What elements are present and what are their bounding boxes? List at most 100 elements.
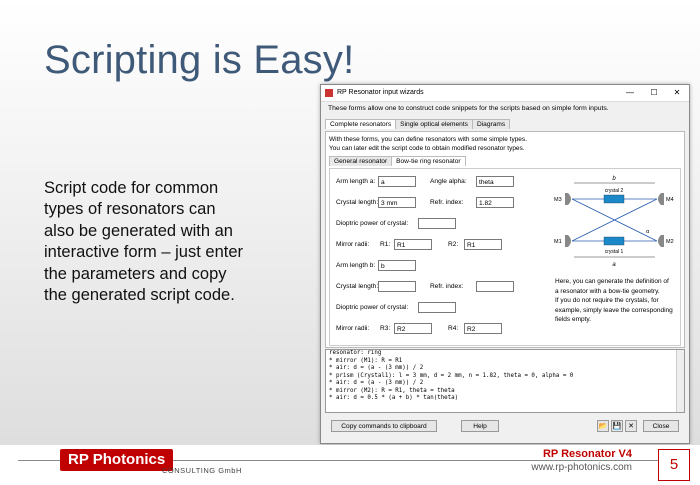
crystal-2-label: crystal 2 bbox=[605, 188, 624, 194]
m1-label: M1 bbox=[554, 239, 562, 245]
description-line: With these forms, you can define resonat… bbox=[329, 136, 527, 143]
angle-alpha-input[interactable]: theta bbox=[476, 176, 514, 187]
code-line: * air: d = (a - (3 mm)) / 2 bbox=[329, 365, 424, 371]
resonator-wizard-window: RP Resonator input wizards — ☐ ✕ These f… bbox=[320, 84, 690, 444]
bow-tie-form: Arm length a: a Angle alpha: theta Cryst… bbox=[329, 168, 681, 346]
help-line: If you do not require the crystals, for bbox=[555, 297, 659, 304]
m4-label: M4 bbox=[666, 197, 674, 203]
crystal-length-2-label: Crystal length: bbox=[336, 283, 379, 290]
r4-input[interactable]: R2 bbox=[464, 323, 502, 334]
arm-length-b-label: Arm length b: bbox=[336, 262, 376, 269]
tab-bow-tie-ring-resonator[interactable]: Bow-tie ring resonator bbox=[391, 156, 466, 166]
alpha-label: α bbox=[646, 229, 650, 235]
body-line: also be generated with an bbox=[44, 221, 233, 240]
tab-single-optical-elements[interactable]: Single optical elements bbox=[395, 119, 473, 129]
dioptric-power-2-input[interactable] bbox=[418, 302, 456, 313]
r2-input[interactable]: R1 bbox=[464, 239, 502, 250]
mirror-m1-shape bbox=[565, 235, 571, 247]
code-line: * air: d = (a - (3 mm)) / 2 bbox=[329, 380, 424, 386]
clear-icon[interactable]: ✕ bbox=[625, 420, 637, 432]
r4-label: R4: bbox=[448, 325, 459, 332]
code-line: * prism (Crystal1): l = 3 mm, d = 2 mm, … bbox=[329, 372, 574, 379]
page-number: 5 bbox=[658, 449, 690, 481]
script-code-output[interactable]: resonator: ring * mirror (M1): R = R1 * … bbox=[325, 349, 685, 413]
crystal-1-shape bbox=[603, 236, 625, 246]
open-icon[interactable]: 📂 bbox=[597, 420, 609, 432]
body-line: types of resonators can bbox=[44, 200, 216, 219]
help-line: fields empty. bbox=[555, 316, 592, 323]
arm-length-a-input[interactable]: a bbox=[378, 176, 416, 187]
r2-label: R2: bbox=[448, 241, 459, 248]
refr-index-input[interactable]: 1.82 bbox=[476, 197, 514, 208]
product-name: RP Resonator V4 bbox=[542, 448, 632, 460]
code-line: resonator: ring bbox=[329, 350, 382, 356]
slide-title: Scripting is Easy! bbox=[44, 38, 355, 82]
r1-label: R1: bbox=[380, 241, 391, 248]
m3-label: M3 bbox=[554, 197, 562, 203]
m2-label: M2 bbox=[666, 239, 674, 245]
r3-input[interactable]: R2 bbox=[394, 323, 432, 334]
body-line: interactive form – just enter bbox=[44, 243, 243, 262]
consulting-label: CONSULTING GmbH bbox=[162, 466, 242, 475]
description-line: You can later edit the script code to ob… bbox=[329, 144, 525, 152]
help-text: Here, you can generate the definition of… bbox=[555, 277, 677, 325]
bow-tie-diagram: b a crystal 2 crystal 1 M3 M4 M1 M2 α bbox=[554, 176, 674, 268]
website-link[interactable]: www.rp-photonics.com bbox=[531, 462, 632, 473]
window-titlebar[interactable]: RP Resonator input wizards — ☐ ✕ bbox=[321, 85, 689, 102]
footer: RP Photonics CONSULTING GmbH RP Resonato… bbox=[0, 445, 700, 485]
code-line: * mirror (M1): R = R1 bbox=[329, 357, 403, 364]
crystal-length-input[interactable]: 3 mm bbox=[378, 197, 416, 208]
r3-label: R3: bbox=[380, 325, 391, 332]
crystal-length-2-input[interactable] bbox=[378, 281, 416, 292]
dioptric-power-2-label: Dioptric power of crystal: bbox=[336, 304, 409, 311]
crystal-length-label: Crystal length: bbox=[336, 199, 379, 206]
angle-alpha-label: Angle alpha: bbox=[430, 178, 467, 185]
company-logo: RP Photonics bbox=[60, 449, 174, 471]
dioptric-power-label: Dioptric power of crystal: bbox=[336, 220, 409, 227]
mirror-m4-shape bbox=[658, 193, 664, 205]
main-tabs: Complete resonators Single optical eleme… bbox=[325, 119, 511, 131]
code-scrollbar[interactable] bbox=[676, 350, 684, 412]
body-line: the generated script code. bbox=[44, 286, 235, 305]
code-line: * mirror (M2): R = R1, theta = theta bbox=[329, 387, 455, 394]
crystal-1-label: crystal 1 bbox=[605, 249, 624, 255]
arm-length-b-input[interactable]: b bbox=[378, 260, 416, 271]
mirror-radii-2-label: Mirror radii: bbox=[336, 325, 370, 332]
refr-index-2-label: Refr. index: bbox=[430, 283, 464, 290]
code-line: * air: d = 0.5 * (a + b) * tan(theta) bbox=[329, 395, 459, 401]
complete-resonators-panel: With these forms, you can define resonat… bbox=[325, 131, 685, 348]
arm-length-a-label: Arm length a: bbox=[336, 178, 376, 185]
body-line: Script code for common bbox=[44, 179, 219, 197]
copy-commands-button[interactable]: Copy commands to clipboard bbox=[331, 420, 437, 432]
refr-index-label: Refr. index: bbox=[430, 199, 464, 206]
tab-general-resonator[interactable]: General resonator bbox=[329, 156, 393, 166]
help-line: example, simply leave the corresponding bbox=[555, 306, 673, 314]
sub-tabs: General resonator Bow-tie ring resonator bbox=[329, 156, 466, 166]
a-label: a bbox=[612, 262, 616, 268]
panel-description: With these forms, you can define resonat… bbox=[329, 136, 527, 153]
help-line: a resonator with a bow-tie geometry. bbox=[555, 287, 660, 295]
app-icon bbox=[325, 89, 333, 97]
intro-text: These forms allow one to construct code … bbox=[328, 105, 609, 112]
dioptric-power-input[interactable] bbox=[418, 218, 456, 229]
r1-input[interactable]: R1 bbox=[394, 239, 432, 250]
slide-background: Scripting is Easy! Script code for commo… bbox=[0, 0, 700, 445]
close-button[interactable]: Close bbox=[643, 420, 679, 432]
tab-complete-resonators[interactable]: Complete resonators bbox=[325, 119, 397, 129]
mirror-m3-shape bbox=[565, 193, 571, 205]
refr-index-2-input[interactable] bbox=[476, 281, 514, 292]
window-title: RP Resonator input wizards bbox=[337, 89, 424, 96]
close-window-button[interactable]: ✕ bbox=[666, 87, 688, 99]
save-icon[interactable]: 💾 bbox=[611, 420, 623, 432]
tab-diagrams[interactable]: Diagrams bbox=[471, 119, 511, 129]
maximize-button[interactable]: ☐ bbox=[643, 87, 665, 99]
help-line: Here, you can generate the definition of bbox=[555, 278, 669, 285]
crystal-2-shape bbox=[603, 194, 625, 204]
slide-body-text: Script code for common types of resonato… bbox=[44, 178, 299, 306]
body-line: the parameters and copy bbox=[44, 264, 227, 283]
b-label: b bbox=[612, 176, 616, 182]
help-button[interactable]: Help bbox=[461, 420, 499, 432]
mirror-m2-shape bbox=[658, 235, 664, 247]
mirror-radii-label: Mirror radii: bbox=[336, 241, 370, 248]
minimize-button[interactable]: — bbox=[619, 87, 641, 99]
